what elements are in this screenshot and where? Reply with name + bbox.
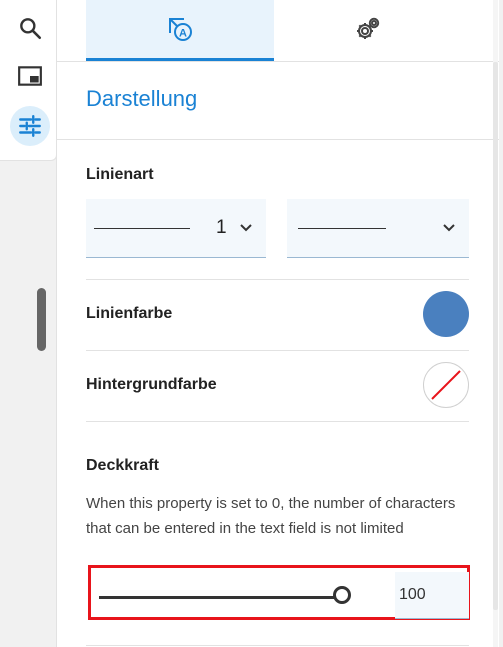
- left-scrollbar[interactable]: [37, 288, 46, 351]
- title-divider: [57, 139, 499, 140]
- no-color-icon: [431, 370, 461, 400]
- line-dash-select[interactable]: [287, 199, 469, 258]
- line-color-swatch[interactable]: [423, 291, 469, 337]
- properties-panel: A Darstellung Linienart 1 Linienfarbe Hi…: [56, 0, 499, 647]
- divider: [86, 279, 469, 280]
- divider: [86, 421, 469, 422]
- tabs-divider: [57, 61, 499, 62]
- opacity-slider-track[interactable]: [99, 596, 344, 599]
- sliders-tool-button[interactable]: [10, 106, 50, 146]
- chevron-down-icon: [240, 224, 252, 232]
- line-color-label: Linienfarbe: [86, 305, 173, 322]
- search-icon: [20, 18, 42, 40]
- line-style-label: Linienart: [86, 166, 154, 183]
- background-color-label: Hintergrundfarbe: [86, 376, 217, 393]
- panel-tool-button[interactable]: [10, 56, 50, 96]
- sliders-icon: [19, 115, 41, 137]
- search-tool-button[interactable]: [10, 8, 50, 48]
- line-width-value: 1: [216, 217, 227, 238]
- settings-gear-icon: [357, 17, 380, 39]
- opacity-hint: When this property is set to 0, the numb…: [86, 495, 456, 537]
- right-scrollbar-thumb[interactable]: [493, 62, 498, 610]
- section-title: Darstellung: [86, 86, 198, 111]
- style-icon: A: [169, 18, 192, 41]
- divider: [86, 645, 469, 646]
- dash-preview: [298, 228, 386, 229]
- line-preview: [94, 228, 190, 229]
- tab-settings[interactable]: [274, 0, 462, 58]
- tab-style[interactable]: A: [86, 0, 274, 62]
- panel-icon: [18, 66, 42, 86]
- chevron-down-icon: [443, 224, 455, 232]
- svg-text:A: A: [179, 28, 187, 40]
- background-color-swatch[interactable]: [423, 362, 469, 408]
- opacity-slider-thumb[interactable]: [333, 586, 351, 604]
- left-toolbar: [0, 0, 57, 161]
- panel-tabs: A: [57, 0, 499, 62]
- right-scrollbar[interactable]: [493, 0, 498, 647]
- opacity-value-input[interactable]: [395, 572, 469, 619]
- divider: [86, 350, 469, 351]
- opacity-label: Deckkraft: [86, 457, 159, 474]
- line-width-select[interactable]: 1: [86, 199, 266, 258]
